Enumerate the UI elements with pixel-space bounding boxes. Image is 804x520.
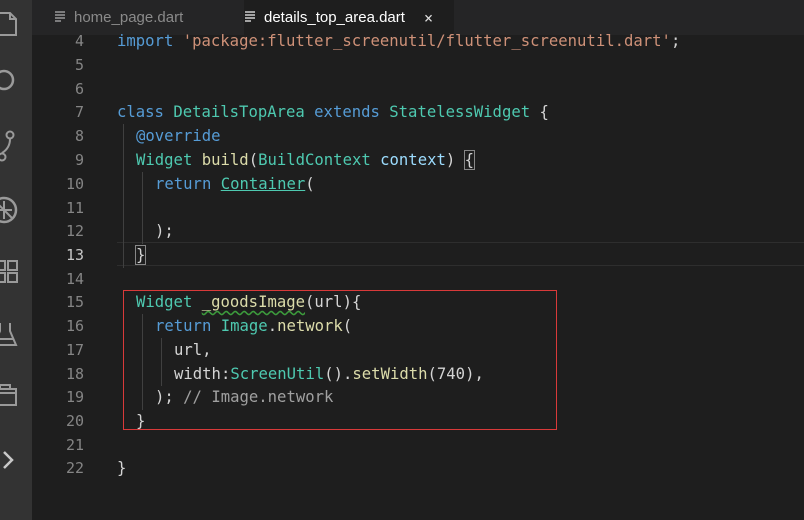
punct: (	[305, 175, 315, 193]
method-name: network	[277, 317, 343, 335]
line-number: 11	[65, 199, 84, 217]
line-number: 19	[65, 388, 84, 406]
param-name: context	[380, 151, 446, 169]
type: ScreenUtil	[230, 365, 325, 383]
type: Image	[220, 317, 268, 335]
line-number-gutter: 4 5 6 7 8 9 10 11 12 13 14 15 16 17 18 1…	[32, 32, 92, 520]
code-editor[interactable]: 4 5 6 7 8 9 10 11 12 13 14 15 16 17 18 1…	[32, 32, 804, 520]
closing-label-comment: // Image.network	[183, 388, 334, 406]
base-class: StatelessWidget	[389, 103, 531, 121]
line-number: 12	[65, 222, 84, 240]
punct: (url){	[305, 293, 362, 311]
chevron-right-icon[interactable]	[0, 446, 22, 474]
class-name: DetailsTopArea	[173, 103, 305, 121]
line-number: 5	[74, 56, 84, 74]
type: Widget	[136, 151, 193, 169]
tab-label: details_top_area.dart	[264, 9, 405, 26]
indent-guide	[142, 172, 143, 244]
line-number-active: 13	[65, 246, 84, 264]
punct: {	[539, 103, 549, 121]
code-line-15: Widget _goodsImage(url){	[136, 290, 361, 314]
punct: )	[445, 151, 456, 169]
code-line-7: class DetailsTopArea extends StatelessWi…	[117, 100, 549, 124]
string-literal: 'package:flutter_screenutil/flutter_scre…	[182, 32, 671, 50]
code-line-19: ); // Image.network	[155, 385, 333, 409]
line-number: 8	[74, 127, 84, 145]
keyword: return	[155, 317, 212, 335]
line-number: 20	[65, 412, 84, 430]
code-line-13: }	[134, 243, 147, 267]
punct: ;	[670, 32, 681, 50]
testing-icon[interactable]	[0, 320, 22, 348]
indent-guide	[123, 124, 124, 268]
code-line-8: @override	[136, 124, 221, 148]
type: Widget	[136, 293, 193, 311]
line-number: 10	[65, 175, 84, 193]
method-name: setWidth	[352, 365, 428, 383]
punct: );	[155, 388, 174, 406]
argument: url,	[174, 341, 212, 359]
punct: (	[342, 317, 353, 335]
debug-icon[interactable]	[0, 196, 22, 224]
tab-label: home_page.dart	[74, 9, 184, 26]
extensions-icon[interactable]	[0, 258, 22, 286]
matched-bracket: {	[463, 150, 476, 170]
line-number: 7	[74, 103, 84, 121]
line-number: 22	[65, 459, 84, 477]
lines-file-icon	[54, 9, 66, 26]
property: width:	[174, 365, 231, 383]
code-line-16: return Image.network(	[155, 314, 352, 338]
punct: ().	[324, 365, 353, 383]
method-name: _goodsImage	[201, 293, 306, 311]
type-link[interactable]: Container	[221, 175, 306, 193]
explorer-icon[interactable]	[0, 10, 22, 38]
keyword: class	[117, 103, 164, 121]
line-number: 21	[65, 436, 84, 454]
line-number: 16	[65, 317, 84, 335]
punct: }	[117, 459, 127, 477]
remote-icon[interactable]	[0, 382, 22, 410]
source-control-icon[interactable]	[0, 130, 22, 162]
code-line-4: import 'package:flutter_screenutil/flutt…	[117, 29, 680, 53]
keyword: import	[117, 32, 174, 50]
code-line-22: }	[117, 456, 126, 480]
matched-bracket: }	[134, 245, 147, 265]
punct: }	[136, 412, 146, 430]
line-number: 9	[74, 151, 84, 169]
punct: (	[248, 151, 259, 169]
current-line-highlight	[117, 242, 804, 266]
activity-bar	[0, 0, 32, 520]
line-number: 17	[65, 341, 84, 359]
keyword: return	[155, 175, 212, 193]
method-name: build	[201, 151, 249, 169]
punct: .	[267, 317, 278, 335]
search-icon[interactable]	[0, 66, 22, 94]
code-line-20: }	[136, 409, 145, 433]
code-line-12: );	[155, 219, 174, 243]
line-number: 4	[74, 32, 84, 50]
lines-file-icon	[244, 9, 256, 26]
line-number: 15	[65, 293, 84, 311]
code-line-9: Widget build(BuildContext context) {	[136, 148, 476, 172]
punct: );	[155, 222, 174, 240]
param-type: BuildContext	[258, 151, 371, 169]
code-line-18: width:ScreenUtil().setWidth(740),	[174, 362, 484, 386]
line-number: 18	[65, 365, 84, 383]
line-number: 14	[65, 270, 84, 288]
line-number: 6	[74, 80, 84, 98]
annotation: @override	[136, 127, 221, 145]
punct: (740),	[427, 365, 484, 383]
keyword: extends	[314, 103, 380, 121]
code-line-10: return Container(	[155, 172, 315, 196]
code-line-17: url,	[174, 338, 212, 362]
